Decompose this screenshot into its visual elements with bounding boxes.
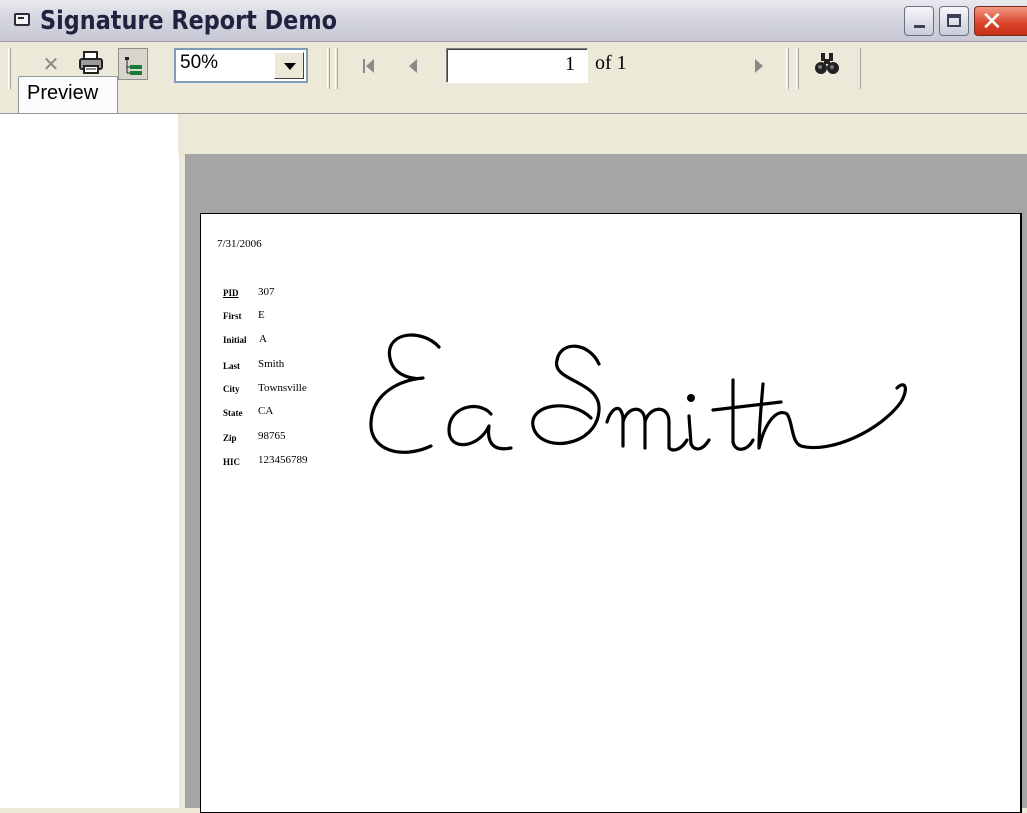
tab-preview[interactable]: Preview: [18, 76, 118, 114]
table-of-contents-pane[interactable]: [0, 114, 178, 808]
zoom-value: 50%: [180, 52, 219, 73]
field-label-city: City: [223, 384, 240, 394]
minimize-button[interactable]: [904, 6, 934, 36]
find-button[interactable]: [812, 50, 842, 78]
report-page: 7/31/2006 PID 307 First E Initial A Last…: [200, 213, 1022, 813]
field-value-pid: 307: [258, 286, 275, 298]
maximize-icon: [947, 14, 961, 27]
field-value-first: E: [258, 309, 265, 321]
field-value-last: Smith: [258, 358, 285, 370]
close-x-icon: ✕: [981, 7, 1003, 37]
toolbar-separator: [786, 48, 789, 89]
chevron-down-icon[interactable]: [274, 52, 304, 79]
signature-image: [369, 333, 907, 454]
title-bar[interactable]: Signature Report Demo ✕: [0, 0, 1027, 42]
first-page-icon: [363, 59, 374, 73]
page-number-input[interactable]: 1: [446, 48, 588, 83]
field-value-hic: 123456789: [258, 454, 308, 466]
minimize-icon: [914, 25, 925, 28]
field-value-zip: 98765: [258, 430, 286, 442]
toolbar-grip[interactable]: [796, 48, 799, 89]
toolbar-separator: [335, 48, 338, 89]
close-window-button[interactable]: ✕: [974, 6, 1027, 36]
zoom-select[interactable]: 50%: [174, 48, 308, 83]
pane-splitter[interactable]: [178, 154, 186, 808]
previous-page-icon: [409, 59, 417, 73]
field-value-initial: A: [259, 333, 267, 345]
report-date: 7/31/2006: [217, 238, 262, 250]
page-count-label: of 1: [595, 52, 627, 74]
field-label-initial: Initial: [223, 335, 247, 345]
toolbar: ✕ 50% 1 of 1: [0, 42, 1027, 113]
window-title: Signature Report Demo: [40, 6, 338, 36]
next-page-button[interactable]: [748, 56, 770, 76]
field-label-last: Last: [223, 361, 241, 371]
field-label-first: First: [223, 311, 242, 321]
field-label-state: State: [223, 408, 243, 418]
window-icon[interactable]: [14, 13, 30, 26]
field-label-zip: Zip: [223, 433, 237, 443]
next-page-icon: [755, 59, 763, 73]
field-value-city: Townsville: [258, 382, 307, 394]
toolbar-grip[interactable]: [327, 48, 330, 89]
field-value-state: CA: [258, 405, 274, 417]
toolbar-grip[interactable]: [8, 48, 11, 89]
page-number-value: 1: [565, 53, 575, 75]
printer-icon: [79, 51, 103, 74]
field-label-hic: HIC: [223, 457, 241, 467]
maximize-button[interactable]: [939, 6, 969, 36]
binoculars-icon: [815, 53, 839, 74]
x-icon: ✕: [42, 54, 60, 76]
toolbar-separator: [858, 48, 861, 89]
table-of-contents-icon: [125, 57, 142, 75]
tab-preview-label: Preview: [27, 82, 99, 104]
field-label-pid: PID: [223, 288, 239, 298]
previous-page-button[interactable]: [402, 56, 424, 76]
toggle-toc-button[interactable]: [118, 48, 148, 80]
first-page-button[interactable]: [358, 56, 380, 76]
